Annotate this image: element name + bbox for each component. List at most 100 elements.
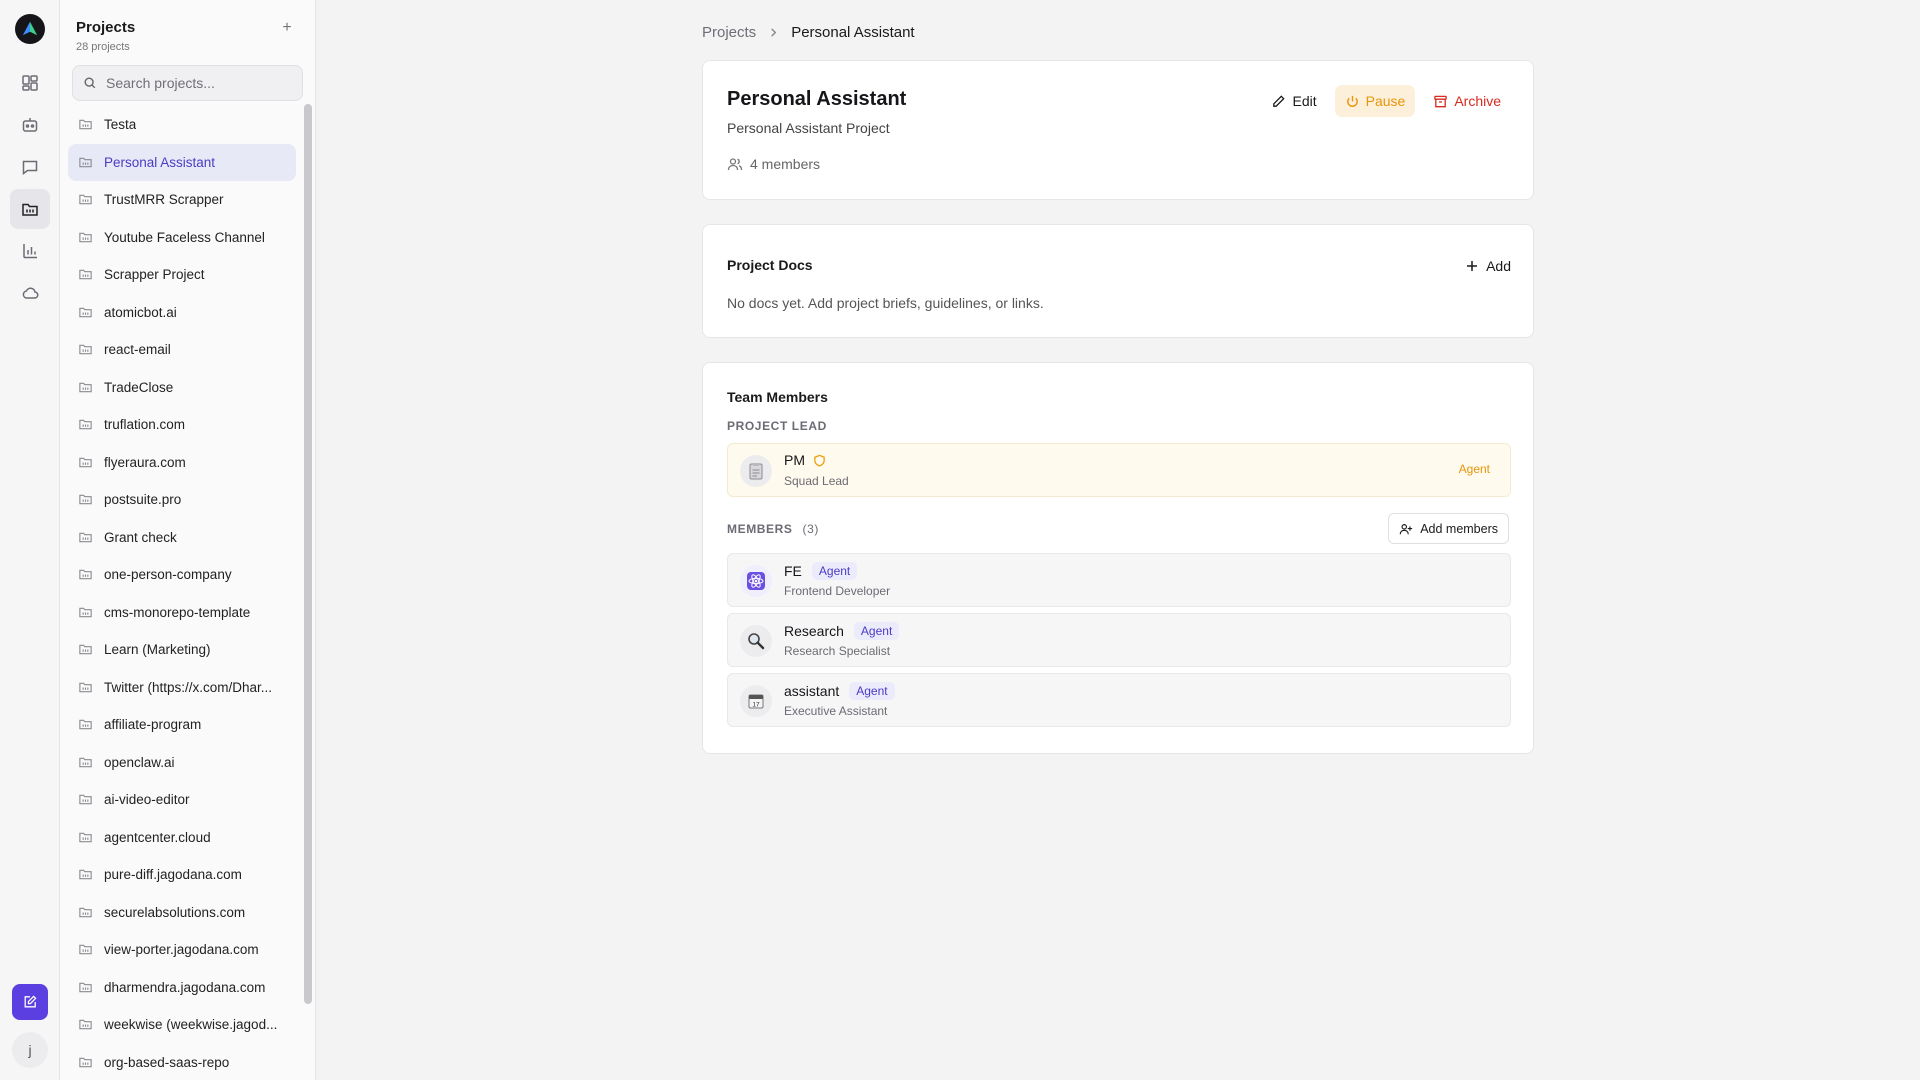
analytics-icon[interactable] xyxy=(10,231,50,271)
search-input[interactable] xyxy=(106,75,296,91)
sidebar-item-project[interactable]: Youtube Faceless Channel xyxy=(68,219,296,257)
folder-icon xyxy=(79,832,92,843)
member-row[interactable]: FE Agent Frontend Developer xyxy=(727,553,1511,607)
folder-icon xyxy=(79,907,92,918)
sidebar-item-label: weekwise (weekwise.jagod... xyxy=(104,1017,278,1033)
project-actions: Edit Pause Archive xyxy=(1261,85,1511,117)
sidebar-item-project[interactable]: view-porter.jagodana.com xyxy=(68,931,296,969)
sidebar-item-project[interactable]: react-email xyxy=(68,331,296,369)
cloud-icon[interactable] xyxy=(10,273,50,313)
edit-button[interactable]: Edit xyxy=(1261,85,1326,117)
research-avatar xyxy=(740,625,772,657)
breadcrumb-projects-link[interactable]: Projects xyxy=(702,24,756,41)
projects-icon[interactable] xyxy=(10,189,50,229)
folder-icon xyxy=(79,682,92,693)
folder-icon xyxy=(79,232,92,243)
sidebar-item-project[interactable]: one-person-company xyxy=(68,556,296,594)
sidebar-item-project[interactable]: ai-video-editor xyxy=(68,781,296,819)
sidebar-item-project[interactable]: Twitter (https://x.com/Dhar... xyxy=(68,669,296,707)
sidebar-item-project[interactable]: pure-diff.jagodana.com xyxy=(68,856,296,894)
sidebar-item-project[interactable]: Learn (Marketing) xyxy=(68,631,296,669)
folder-icon xyxy=(79,982,92,993)
chat-icon[interactable] xyxy=(10,147,50,187)
sidebar-scrollbar[interactable] xyxy=(304,104,312,1004)
magnifier-icon xyxy=(748,633,765,650)
sidebar-item-project[interactable]: Testa xyxy=(68,106,296,144)
sidebar-item-project[interactable]: Grant check xyxy=(68,519,296,557)
sidebar-item-project[interactable]: postsuite.pro xyxy=(68,481,296,519)
folder-icon xyxy=(79,419,92,430)
user-avatar[interactable]: j xyxy=(12,1032,48,1068)
users-icon xyxy=(727,158,743,171)
bot-icon[interactable] xyxy=(10,105,50,145)
docs-title: Project Docs xyxy=(727,257,813,273)
docs-empty-state: No docs yet. Add project briefs, guideli… xyxy=(727,295,1044,311)
edit-label: Edit xyxy=(1292,93,1317,109)
sidebar-item-label: Testa xyxy=(104,117,137,133)
folder-icon xyxy=(79,382,92,393)
sidebar-item-label: affiliate-program xyxy=(104,717,202,733)
pause-button[interactable]: Pause xyxy=(1334,85,1416,117)
projects-sidebar: Projects 28 projects + Testa Personal Ass… xyxy=(60,0,316,1080)
add-members-label: Add members xyxy=(1420,521,1498,536)
sidebar-item-project[interactable]: flyeraura.com xyxy=(68,444,296,482)
folder-icon xyxy=(79,1057,92,1068)
power-icon xyxy=(1346,95,1358,107)
member-name: Research Agent xyxy=(784,622,900,640)
lead-agent-badge: Agent xyxy=(1458,462,1490,476)
sidebar-item-project[interactable]: org-based-saas-repo xyxy=(68,1044,296,1080)
pencil-icon xyxy=(1273,94,1286,107)
project-list: Testa Personal Assistant TrustMRR Scrapper… xyxy=(68,106,296,1080)
sidebar-item-project[interactable]: securelabsolutions.com xyxy=(68,894,296,932)
member-name: FE Agent xyxy=(784,562,858,580)
member-row[interactable]: 17 assistant Agent Executive Assistant xyxy=(727,673,1511,727)
sidebar-item-project[interactable]: Personal Assistant xyxy=(68,143,296,181)
sidebar-item-project[interactable]: atomicbot.ai xyxy=(68,294,296,332)
sidebar-item-project[interactable]: Scrapper Project xyxy=(68,256,296,294)
sidebar-title: Projects xyxy=(76,19,136,36)
folder-icon xyxy=(79,719,92,730)
compose-button[interactable] xyxy=(12,984,48,1020)
folder-icon xyxy=(79,344,92,355)
project-docs-card: Project Docs Add No docs yet. Add projec… xyxy=(702,224,1534,338)
archive-button[interactable]: Archive xyxy=(1423,85,1511,117)
shield-icon xyxy=(814,454,825,467)
dashboard-icon[interactable] xyxy=(10,63,50,103)
archive-icon xyxy=(1434,95,1448,107)
sidebar-item-label: openclaw.ai xyxy=(104,754,175,770)
lead-name-text: PM xyxy=(784,452,805,468)
sidebar-item-project[interactable]: dharmendra.jagodana.com xyxy=(68,969,296,1007)
sidebar-item-project[interactable]: openclaw.ai xyxy=(68,744,296,782)
sidebar-item-label: pure-diff.jagodana.com xyxy=(104,867,242,883)
project-lead-row[interactable]: PM Squad Lead Agent xyxy=(727,443,1511,497)
sidebar-item-project[interactable]: weekwise (weekwise.jagod... xyxy=(68,1006,296,1044)
members-label-text: MEMBERS xyxy=(727,522,793,536)
folder-icon xyxy=(79,944,92,955)
sidebar-item-project[interactable]: affiliate-program xyxy=(68,706,296,744)
member-role: Frontend Developer xyxy=(784,584,891,598)
add-project-button[interactable]: + xyxy=(276,17,298,39)
breadcrumb: Projects Personal Assistant xyxy=(702,24,915,41)
sidebar-item-project[interactable]: cms-monorepo-template xyxy=(68,594,296,632)
member-name: assistant Agent xyxy=(784,682,895,700)
folder-icon xyxy=(79,757,92,768)
lead-name: PM xyxy=(784,452,826,468)
plus-icon xyxy=(1467,261,1478,271)
sidebar-item-project[interactable]: agentcenter.cloud xyxy=(68,819,296,857)
breadcrumb-current: Personal Assistant xyxy=(791,24,915,41)
sidebar-item-project[interactable]: TradeClose xyxy=(68,369,296,407)
sidebar-item-project[interactable]: truflation.com xyxy=(68,406,296,444)
member-row[interactable]: Research Agent Research Specialist xyxy=(727,613,1511,667)
app-logo[interactable] xyxy=(15,14,45,44)
add-doc-label: Add xyxy=(1486,258,1511,274)
add-doc-button[interactable]: Add xyxy=(1465,253,1511,279)
agent-badge: Agent xyxy=(849,682,895,700)
add-members-button[interactable]: Add members xyxy=(1388,513,1509,544)
svg-text:17: 17 xyxy=(752,702,760,709)
icon-rail: j xyxy=(0,0,60,1080)
sidebar-item-label: Twitter (https://x.com/Dhar... xyxy=(104,679,273,695)
team-members-card: Team Members PROJECT LEAD PM Squad Lead … xyxy=(702,362,1534,754)
search-icon xyxy=(84,77,96,89)
sidebar-item-project[interactable]: TrustMRR Scrapper xyxy=(68,181,296,219)
project-lead-label: PROJECT LEAD xyxy=(727,419,827,433)
